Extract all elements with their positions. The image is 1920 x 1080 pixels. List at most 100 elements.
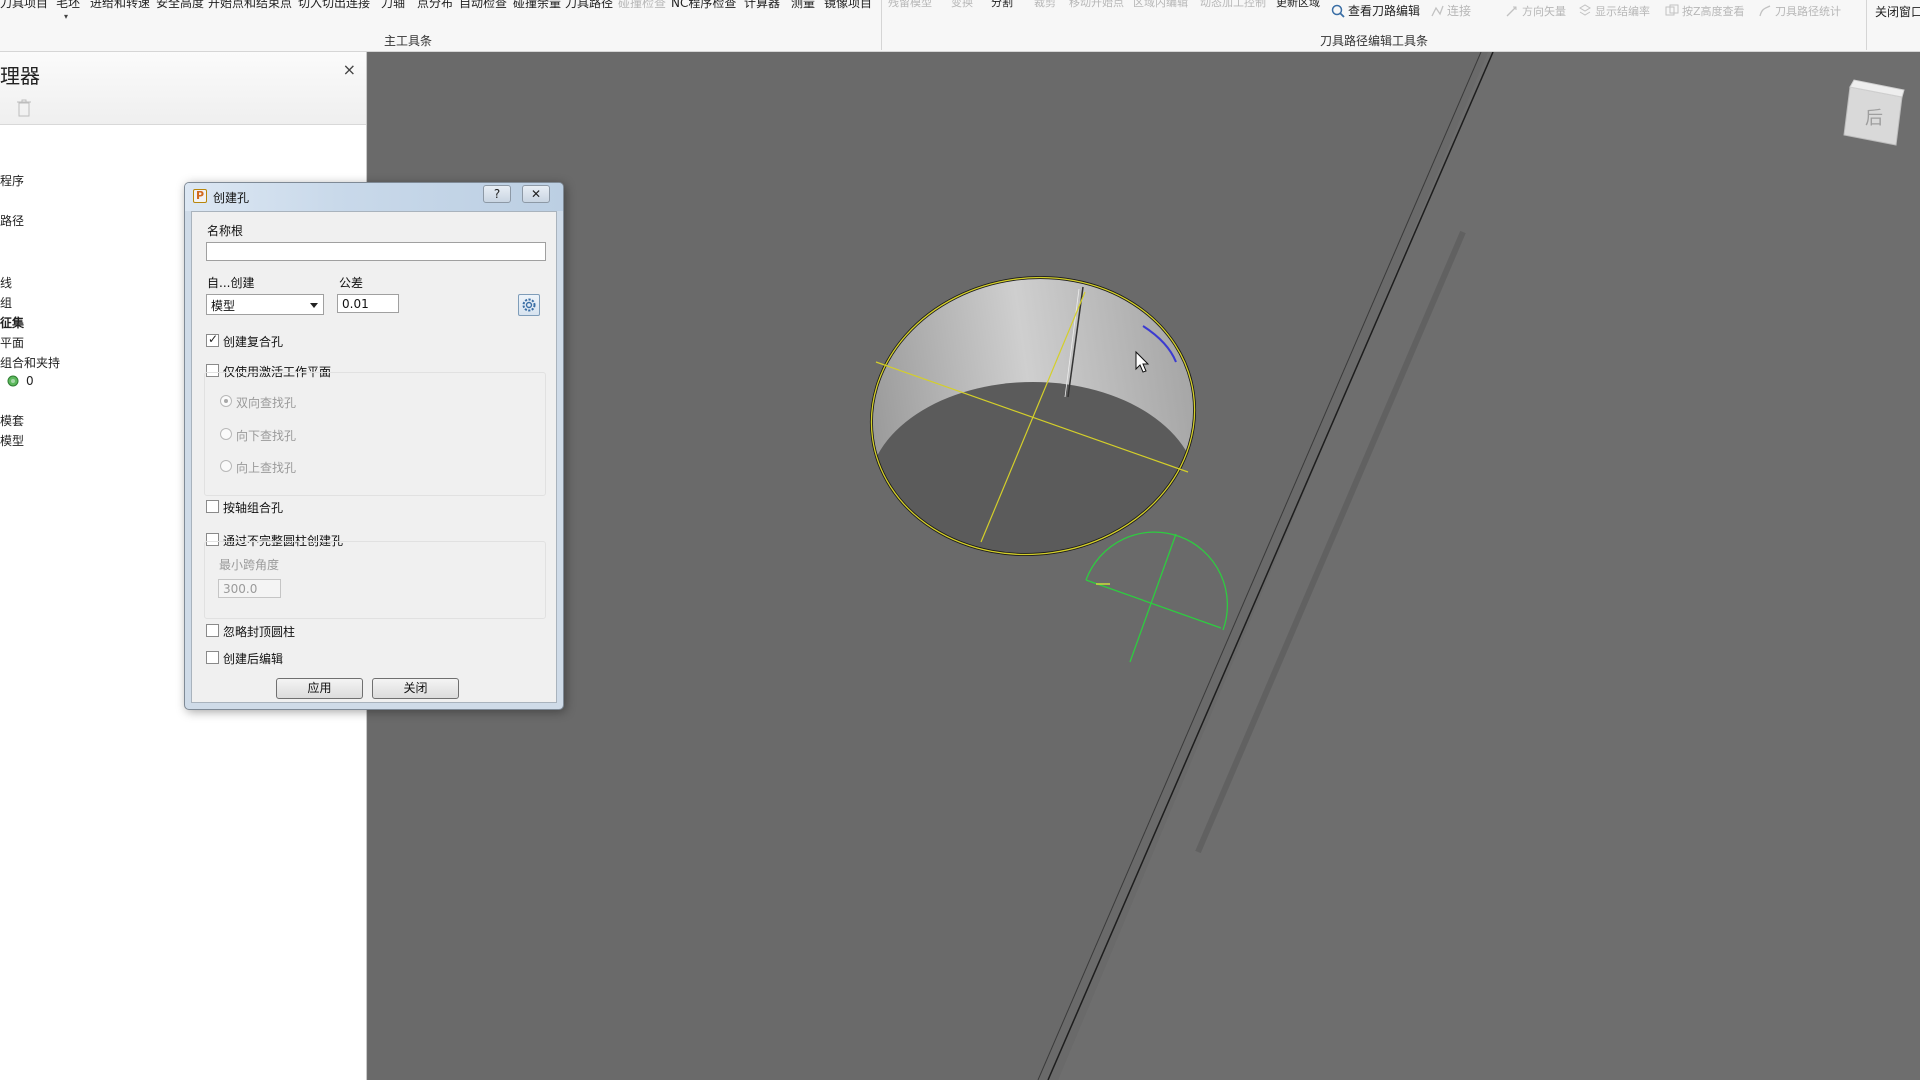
ribbon-separator-right [1866,0,1867,50]
ribbon-separator [881,0,882,50]
ribbon-button[interactable]: 自动检查 [459,0,507,9]
group-by-axis-checkbox[interactable] [206,500,219,513]
create-compound-checkbox[interactable] [206,332,219,347]
tolerance-input[interactable] [337,294,399,313]
connect-label: 连接 [1447,4,1472,18]
radio-downward[interactable] [220,428,232,440]
viewport-scene: 后 [368,52,1920,1080]
ribbon-button[interactable]: 开始点和结束点 [208,0,292,9]
toolpath-edit-button[interactable]: 移动开始点 [1069,0,1124,9]
ribbon-button[interactable]: 点分布 [417,0,453,9]
create-compound-label: 创建复合孔 [223,335,284,349]
ribbon-button[interactable]: 切入切出连接 [298,0,370,9]
ribbon-button[interactable]: 刀具项目 [0,0,48,9]
main-toolbar-group-label: 主工具条 [384,34,433,48]
show-result-label: 显示结编率 [1595,5,1650,18]
ribbon-button[interactable]: 碰撞余量 [513,0,561,9]
dialog-title: 创建孔 [213,191,250,205]
ribbon-button[interactable]: 刀轴 [381,0,405,9]
explorer-close-button[interactable]: × [343,60,356,79]
settings-gear-button[interactable] [518,294,540,316]
z-height-icon [1665,4,1679,18]
view-cube-label: 后 [1865,108,1883,129]
toolpath-stats-label: 刀具路径统计 [1775,5,1841,18]
radio-upward-label: 向上查找孔 [236,461,297,475]
view-cube[interactable]: 后 [1843,79,1905,146]
chevron-down-icon [310,303,318,308]
z-height-view-label: 按Z高度查看 [1682,5,1745,18]
dialog-close-x-button[interactable]: ✕ [522,185,550,203]
tree-node[interactable]: 线 [0,274,12,291]
tree-node[interactable]: 模型 [0,432,24,449]
radio-both-directions[interactable] [220,395,232,407]
ribbon-button[interactable]: 测量 [791,0,815,9]
ribbon-button[interactable]: 镜像项目 [824,0,872,9]
toolpath-edit-group-label: 刀具路径编辑工具条 [1320,34,1429,48]
z-height-view-button[interactable]: 按Z高度查看 [1665,4,1745,18]
tree-node[interactable]: 征集 [0,314,24,331]
radio-downward-label: 向下查找孔 [236,429,297,443]
close-window-button[interactable]: 关闭窗口 [1875,6,1920,18]
layers-icon [1578,4,1592,18]
magnifier-icon [1331,4,1345,18]
connect-icon [1430,4,1444,18]
min-span-input[interactable] [218,579,281,598]
tree-node[interactable]: 组合和夹持 [0,354,60,371]
tree-node[interactable]: 程序 [0,172,24,189]
ribbon-button[interactable]: 安全高度 [156,0,204,9]
toolpath-edit-button[interactable]: 更新区域 [1276,0,1320,9]
edit-after-create-checkbox[interactable] [206,651,219,664]
toolpath-stats-button[interactable]: 刀具路径统计 [1758,4,1841,18]
min-span-label: 最小跨角度 [219,558,280,572]
ribbon-button[interactable]: 碰撞检查 [618,0,666,9]
ignore-capped-checkbox[interactable] [206,624,219,637]
edit-after-create-label: 创建后编辑 [223,652,284,666]
radio-upward[interactable] [220,460,232,472]
toolpath-edit-button[interactable]: 裁剪 [1034,0,1056,9]
graphics-viewport[interactable]: 后 [368,52,1920,1080]
dialog-titlebar[interactable]: P 创建孔 ? ✕ [185,183,563,211]
ribbon-button[interactable]: 计算器 [744,0,780,9]
name-root-label: 名称根 [207,224,244,238]
connect-button[interactable]: 连接 [1430,4,1471,18]
close-button[interactable]: 关闭 [372,678,459,699]
create-hole-dialog[interactable]: P 创建孔 ? ✕ 名称根 自...创建 公差 模型 创建复合孔 仅使用激活工作… [184,182,564,710]
stats-icon [1758,4,1772,18]
toolpath-edit-button[interactable]: 动态加工控制 [1200,0,1266,9]
feature-set-icon [7,372,19,387]
toolpath-edit-button[interactable]: 区域内编辑 [1133,0,1188,9]
toolpath-edit-button[interactable]: 分割 [991,0,1013,9]
help-button[interactable]: ? [483,185,511,203]
tree-node[interactable]: 平面 [0,334,24,351]
toolpath-edit-button[interactable]: 变换 [951,0,973,9]
gear-icon [522,298,536,312]
radio-both-directions-label: 双向查找孔 [236,396,297,410]
name-root-input[interactable] [206,242,546,261]
create-from-select[interactable]: 模型 [206,294,324,315]
toolpath-edit-button[interactable]: 残留模型 [888,0,932,9]
group-by-axis-label: 按轴组合孔 [223,501,284,515]
direction-vector-button[interactable]: 方向矢量 [1505,4,1566,18]
direction-vector-label: 方向矢量 [1522,5,1566,18]
show-result-button[interactable]: 显示结编率 [1578,4,1650,18]
ribbon-button[interactable]: 刀具路径 [565,0,613,9]
ribbon-button[interactable]: 毛坯 [56,0,80,9]
trash-icon[interactable] [16,99,32,117]
ribbon-toolbar: 刀具项目 毛坯 进给和转速 安全高度 开始点和结束点 切入切出连接 刀轴 点分布 自动检查 碰撞余… [0,0,1920,52]
vector-icon [1505,4,1519,18]
ribbon-button[interactable]: 进给和转速 [90,0,150,9]
create-from-label: 自...创建 [207,276,255,290]
apply-button[interactable]: 应用 [276,678,363,699]
tree-node[interactable]: 模套 [0,412,24,429]
tolerance-label: 公差 [339,276,364,290]
tree-node[interactable]: 路径 [0,212,24,229]
explorer-header: 理器 × [0,52,366,125]
view-toolpath-edit-label: 查看刀路编辑 [1348,4,1421,18]
view-toolpath-edit-button[interactable]: 查看刀路编辑 [1331,4,1420,18]
powermill-app-icon: P [193,189,207,203]
ribbon-button[interactable]: NC程序检查 [671,0,736,9]
tree-node[interactable]: 组 [0,294,12,311]
create-from-value: 模型 [211,299,236,313]
dialog-body: 名称根 自...创建 公差 模型 创建复合孔 仅使用激活工作平面 双向查找孔 向… [191,211,557,703]
tree-node[interactable]: 0 [26,374,34,388]
